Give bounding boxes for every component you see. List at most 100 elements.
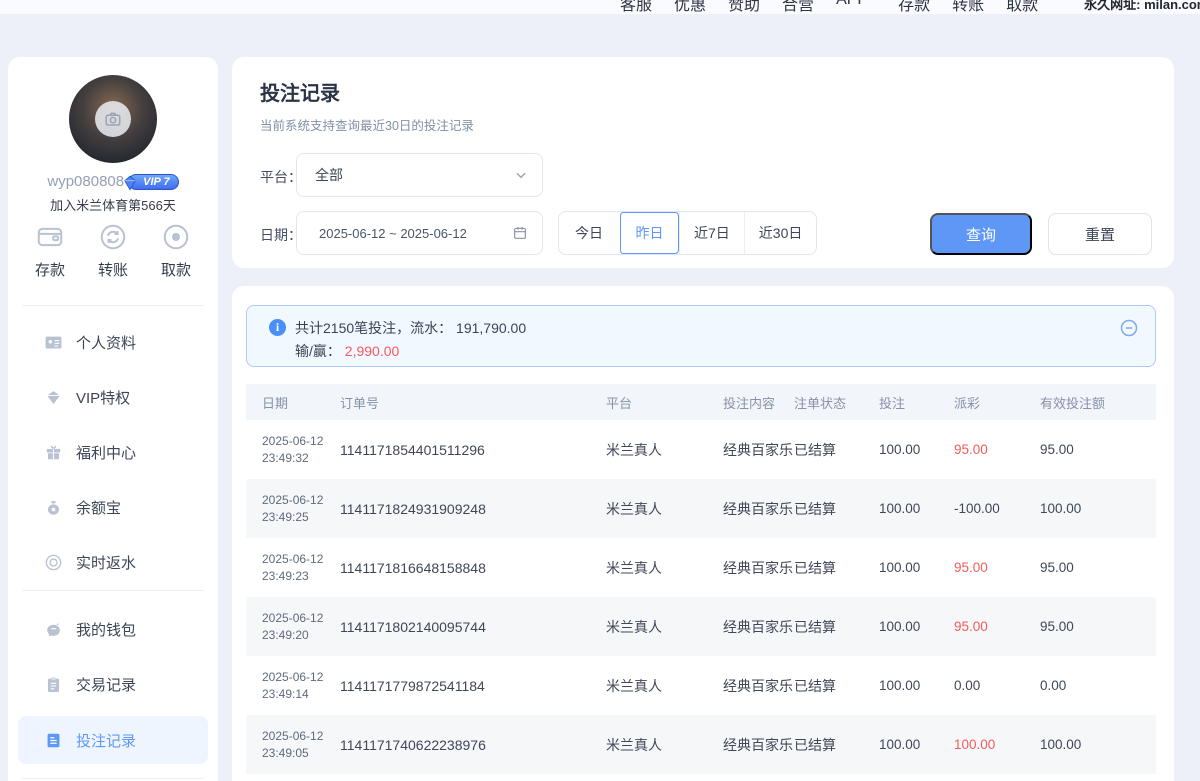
quick-date-tab[interactable]: 近7日 <box>679 212 744 254</box>
table-header-cell: 投注 <box>879 393 954 412</box>
platform-select[interactable]: 全部 <box>296 153 543 197</box>
cell-status: 已结算 <box>794 499 879 519</box>
page-title: 投注记录 <box>260 77 340 106</box>
sidebar-item-clipboard[interactable]: 交易记录 <box>18 657 208 712</box>
sidebar-item-gift[interactable]: 福利中心 <box>18 425 208 480</box>
nav-item[interactable]: 转账 <box>952 0 984 14</box>
table-row: 2025-06-1223:49:20 1141171802140095744 米… <box>246 597 1156 656</box>
records-panel: i 共计2150笔投注，流水： 191,790.00 输/赢： 2,990.00… <box>232 286 1174 781</box>
quick-action-label: 存款 <box>35 259 65 280</box>
divider <box>22 778 204 779</box>
cell-status: 已结算 <box>794 735 879 755</box>
vip-diamond-icon <box>44 388 63 407</box>
sidebar-item-label: 福利中心 <box>76 442 136 463</box>
sidebar-item-vip-diamond[interactable]: VIP特权 <box>18 370 208 425</box>
table-row: 2025-06-1223:49:05 1141171740622238976 米… <box>246 715 1156 774</box>
cell-order-number: 1141171802140095744 <box>340 619 606 635</box>
quick-date-tab[interactable]: 昨日 <box>619 212 679 254</box>
table-row: 2025-06-1223:49:25 1141171824931909248 米… <box>246 479 1156 538</box>
sidebar-item-id-card[interactable]: 个人资料 <box>18 315 208 370</box>
table-header-row: 日期订单号平台投注内容注单状态投注派彩有效投注额 <box>246 384 1156 420</box>
cell-valid-amount: 100.00 <box>1040 501 1156 516</box>
vip-diamond-icon <box>121 174 139 192</box>
quick-action-transfer[interactable]: 转账 <box>85 222 141 280</box>
cell-date: 2025-06-1223:49:25 <box>262 492 340 526</box>
table-row: 2025-06-1223:49:23 1141171816648158848 米… <box>246 538 1156 597</box>
cell-platform: 米兰真人 <box>606 617 723 637</box>
quick-action-label: 取款 <box>161 259 191 280</box>
top-nav-links: 客服 优惠 赞助 合营 APP 存款 转账 取款 <box>620 0 1060 14</box>
nav-item[interactable]: 取款 <box>1006 0 1038 14</box>
info-icon: i <box>269 319 286 336</box>
date-range-input[interactable]: 2025-06-12 ~ 2025-06-12 <box>296 211 543 255</box>
cell-payout: 95.00 <box>954 560 1040 575</box>
query-button[interactable]: 查询 <box>930 213 1032 255</box>
cell-date: 2025-06-1223:49:23 <box>262 551 340 585</box>
cell-bet-content: 经典百家乐 <box>723 499 794 519</box>
sidebar-item-money-pot[interactable]: 余额宝 <box>18 480 208 535</box>
collapse-icon[interactable] <box>1119 318 1139 338</box>
page-subtitle: 当前系统支持查询最近30日的投注记录 <box>260 115 474 134</box>
table-header-cell: 有效投注额 <box>1040 393 1156 412</box>
rebate-icon <box>44 553 63 572</box>
cell-bet-content: 经典百家乐 <box>723 735 794 755</box>
quick-action-withdraw[interactable]: 取款 <box>148 222 204 280</box>
quick-date-group: 今日昨日近7日近30日 <box>558 211 817 255</box>
cell-bet-amount: 100.00 <box>879 560 954 575</box>
summary-winloss-value: 2,990.00 <box>345 343 400 359</box>
cell-payout: 100.00 <box>954 737 1040 752</box>
nav-item[interactable]: 合营 <box>782 0 814 14</box>
cell-bet-amount: 100.00 <box>879 737 954 752</box>
quick-action-label: 转账 <box>98 259 128 280</box>
cell-status: 已结算 <box>794 617 879 637</box>
nav-item[interactable]: 存款 <box>898 0 930 14</box>
nav-item[interactable]: 客服 <box>620 0 652 14</box>
camera-icon[interactable] <box>95 101 131 137</box>
cell-bet-amount: 100.00 <box>879 442 954 457</box>
cell-valid-amount: 95.00 <box>1040 619 1156 634</box>
cell-date: 2025-06-1223:49:14 <box>262 669 340 703</box>
cell-payout: 95.00 <box>954 442 1040 457</box>
sidebar: wyp080808 VIP 7 加入米兰体育第566天 存款 转账 取款 个人资… <box>8 57 218 781</box>
sidebar-menu-group-1: 个人资料 VIP特权 福利中心 余额宝 实时返水 <box>18 315 208 590</box>
cell-platform: 米兰真人 <box>606 676 723 696</box>
id-card-icon <box>44 333 63 352</box>
cell-status: 已结算 <box>794 676 879 696</box>
permanent-url-text: 永久网址: milan.com <box>1084 0 1200 13</box>
table-header-cell: 派彩 <box>954 393 1040 412</box>
nav-item[interactable]: APP <box>836 0 868 14</box>
sidebar-menu-group-2: 我的钱包 交易记录 投注记录 <box>18 602 208 764</box>
cell-order-number: 1141171740622238976 <box>340 737 606 753</box>
divider <box>22 590 204 591</box>
top-nav: 客服 优惠 赞助 合营 APP 存款 转账 取款 永久网址: milan.com <box>0 0 1200 14</box>
clipboard-icon <box>44 675 63 694</box>
vip-label: VIP 7 <box>143 176 170 188</box>
cell-bet-amount: 100.00 <box>879 678 954 693</box>
platform-select-value: 全部 <box>315 165 343 185</box>
vip-badge: VIP 7 <box>128 174 179 190</box>
cell-date: 2025-06-1223:49:20 <box>262 610 340 644</box>
nav-item[interactable]: 赞助 <box>728 0 760 14</box>
cell-order-number: 1141171824931909248 <box>340 501 606 517</box>
cell-payout: -100.00 <box>954 501 1040 516</box>
quick-date-tab[interactable]: 近30日 <box>744 212 817 254</box>
table-header-cell: 平台 <box>606 393 723 412</box>
table-header-cell: 日期 <box>262 393 340 412</box>
reset-button[interactable]: 重置 <box>1048 213 1152 255</box>
table-row: 2025-06-1223:49:32 1141171854401511296 米… <box>246 420 1156 479</box>
table-header-cell: 订单号 <box>340 393 606 412</box>
quick-action-wallet[interactable]: 存款 <box>22 222 78 280</box>
sidebar-item-rebate[interactable]: 实时返水 <box>18 535 208 590</box>
nav-item[interactable]: 优惠 <box>674 0 706 14</box>
sidebar-item-piggy-bank[interactable]: 我的钱包 <box>18 602 208 657</box>
cell-bet-amount: 100.00 <box>879 619 954 634</box>
cell-order-number: 1141171854401511296 <box>340 442 606 458</box>
cell-payout: 0.00 <box>954 678 1040 693</box>
quick-date-tab[interactable]: 今日 <box>559 212 619 254</box>
sidebar-item-label: 交易记录 <box>76 674 136 695</box>
table-header-cell: 注单状态 <box>794 393 879 412</box>
profile-avatar[interactable] <box>69 75 157 163</box>
sidebar-item-document[interactable]: 投注记录 <box>18 716 208 764</box>
sidebar-item-label: VIP特权 <box>76 387 130 408</box>
permanent-url[interactable]: 永久网址: milan.com <box>1084 0 1200 13</box>
